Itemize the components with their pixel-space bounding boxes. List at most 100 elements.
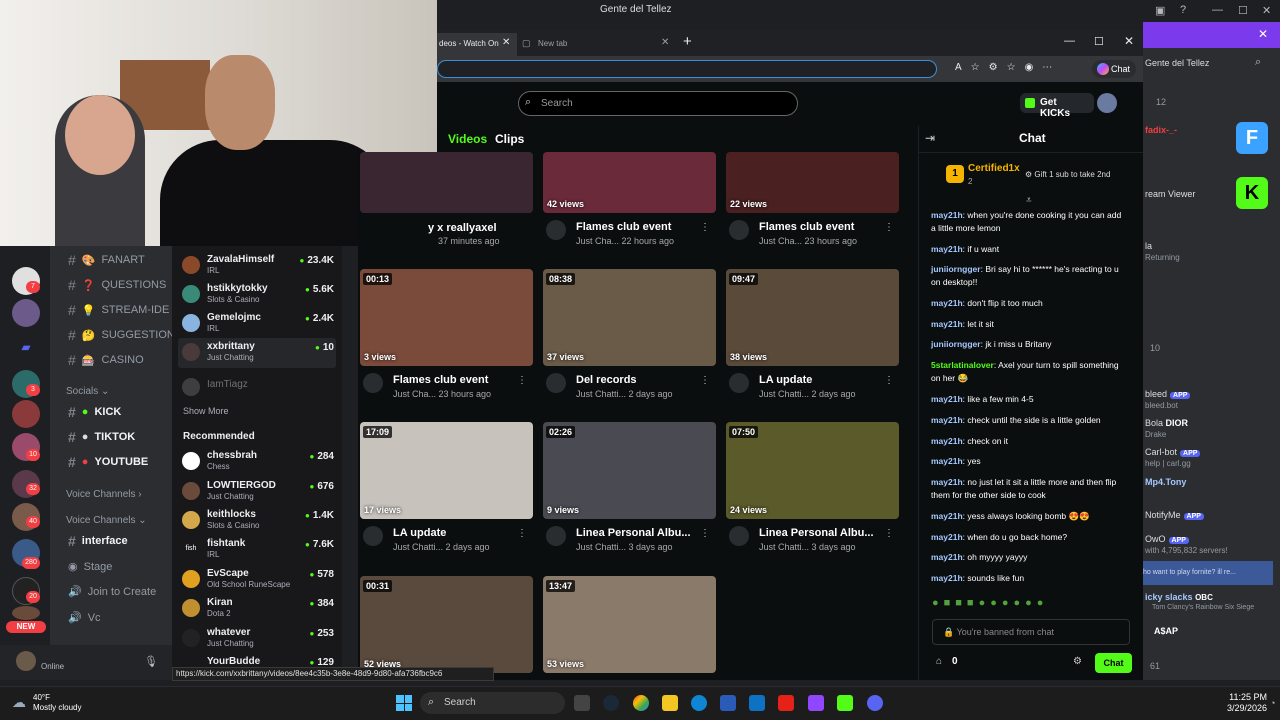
store-icon[interactable] bbox=[720, 695, 736, 711]
send-chat-button[interactable]: Chat bbox=[1095, 653, 1132, 673]
channel-row[interactable]: ZavalaHimself IRL 23.4K bbox=[182, 254, 334, 280]
more-options-icon[interactable]: ⋮ bbox=[884, 222, 894, 233]
more-options-icon[interactable]: ⋮ bbox=[884, 375, 894, 386]
edge-icon[interactable] bbox=[691, 695, 707, 711]
video-title[interactable]: Flames club event bbox=[759, 221, 854, 233]
add-tab-icon[interactable]: + bbox=[683, 33, 692, 50]
minimize-icon[interactable]: — bbox=[1064, 35, 1075, 47]
channel-youtube[interactable]: # ● YOUTUBE bbox=[68, 454, 148, 470]
maximize-icon[interactable]: ☐ bbox=[1094, 35, 1104, 48]
activity-banner[interactable]: ho want to play fornite? ill re... bbox=[1143, 561, 1273, 585]
member-name[interactable]: A$AP bbox=[1154, 626, 1178, 636]
video-title[interactable]: Flames club event bbox=[393, 374, 488, 386]
youtube-icon[interactable] bbox=[778, 695, 794, 711]
channel-questions[interactable]: # ❓ QUESTIONS bbox=[68, 277, 166, 293]
channel-stream-ideas[interactable]: # 💡 STREAM-IDE bbox=[68, 302, 169, 318]
help-icon[interactable]: ? bbox=[1180, 4, 1186, 16]
video-thumbnail[interactable]: 07:50 24 views bbox=[726, 422, 899, 519]
video-thumbnail[interactable]: 00:31 52 views bbox=[360, 576, 533, 673]
member-name[interactable]: Carl-bot APP bbox=[1145, 447, 1201, 457]
close-tab-icon[interactable]: ✕ bbox=[661, 37, 669, 48]
close-icon[interactable]: ✕ bbox=[1124, 34, 1134, 48]
channel-vc[interactable]: 🔊 Vc bbox=[68, 611, 101, 625]
clock[interactable]: 11:25 PM 3/29/2026 bbox=[1215, 692, 1267, 714]
search-input[interactable]: Search bbox=[518, 91, 798, 116]
channel-stage[interactable]: ◉ Stage bbox=[68, 560, 112, 574]
gift-sub-prompt[interactable]: ⚙ Gift 1 sub to take 2nd bbox=[1025, 170, 1110, 179]
folder-icon[interactable]: ▰ bbox=[12, 333, 40, 361]
channel-row[interactable]: Kiran Dota 2 384 bbox=[182, 597, 334, 623]
video-title[interactable]: Linea Personal Albu... bbox=[759, 527, 874, 539]
channel-fanart[interactable]: # 🎨 FANART bbox=[68, 252, 145, 268]
browser-tab[interactable]: New tab bbox=[520, 33, 675, 56]
member-name[interactable]: fadix-_- bbox=[1145, 125, 1177, 135]
more-options-icon[interactable]: ⋮ bbox=[517, 528, 527, 539]
video-title[interactable]: y x reallyaxel bbox=[428, 222, 497, 234]
member-name[interactable]: Mp4.Tony bbox=[1145, 477, 1186, 487]
channel-row[interactable]: LOWTIERGOD Just Chatting 676 bbox=[182, 480, 334, 506]
channel-row[interactable]: hstikkytokky Slots & Casino 5.6K bbox=[182, 283, 334, 309]
kick-icon[interactable] bbox=[837, 695, 853, 711]
video-thumbnail[interactable]: 02:26 9 views bbox=[543, 422, 716, 519]
collapse-chat-icon[interactable]: ⇥ bbox=[925, 131, 935, 145]
video-title[interactable]: Linea Personal Albu... bbox=[576, 527, 691, 539]
video-title[interactable]: LA update bbox=[393, 527, 446, 539]
channel-tiktok[interactable]: # ● TIKTOK bbox=[68, 429, 135, 445]
video-title[interactable]: LA update bbox=[759, 374, 812, 386]
close-tab-icon[interactable]: ✕ bbox=[502, 37, 510, 48]
category-voice[interactable]: Voice Channels ⌄ bbox=[66, 515, 147, 526]
member-name[interactable]: Bola DIOR bbox=[1145, 418, 1188, 428]
channel-row[interactable]: chessbrah Chess 284 bbox=[182, 450, 334, 476]
emote-bar[interactable]: ●■■■●●●●●● bbox=[932, 597, 1048, 609]
channel-row[interactable]: keithlocks Slots & Casino 1.4K bbox=[182, 509, 334, 535]
taskbar-search[interactable]: Search bbox=[420, 692, 565, 714]
video-title[interactable]: Del records bbox=[576, 374, 637, 386]
channel-row[interactable]: fish fishtank IRL 7.6K bbox=[182, 538, 334, 564]
inbox-icon[interactable]: ▣ bbox=[1155, 4, 1165, 17]
video-thumbnail[interactable]: 00:13 3 views bbox=[360, 269, 533, 366]
f-app-icon[interactable]: F bbox=[1236, 122, 1268, 154]
more-options-icon[interactable]: ⋮ bbox=[884, 528, 894, 539]
mic-icon[interactable]: 🎙 bbox=[144, 655, 158, 668]
channel-join-to-create[interactable]: 🔊 Join to Create bbox=[68, 585, 156, 599]
task-view-icon[interactable] bbox=[574, 695, 590, 711]
chrome-icon[interactable] bbox=[633, 695, 649, 711]
outlook-icon[interactable] bbox=[749, 695, 765, 711]
channel-row[interactable]: IamTiagz bbox=[182, 376, 334, 402]
more-options-icon[interactable]: ⋮ bbox=[517, 375, 527, 386]
video-title[interactable]: Flames club event bbox=[576, 221, 671, 233]
show-more-link[interactable]: Show More bbox=[183, 406, 229, 416]
pinned-user[interactable]: Certified1x bbox=[968, 163, 1020, 174]
pin-collapse-icon[interactable]: ⩡ bbox=[1026, 195, 1032, 206]
member-name[interactable]: NotifyMe APP bbox=[1145, 510, 1204, 520]
kick-app-icon[interactable]: K bbox=[1236, 177, 1268, 209]
close-banner-icon[interactable]: ✕ bbox=[1258, 27, 1268, 41]
gear-icon[interactable]: ⚙ bbox=[1073, 656, 1082, 667]
discord-icon[interactable] bbox=[867, 695, 883, 711]
tab-videos[interactable]: Videos bbox=[448, 132, 487, 146]
video-thumbnail[interactable]: 13:47 53 views bbox=[543, 576, 716, 673]
url-field[interactable] bbox=[437, 60, 937, 78]
app-icon[interactable] bbox=[808, 695, 824, 711]
close-icon[interactable]: ✕ bbox=[1262, 4, 1271, 17]
maximize-icon[interactable]: ☐ bbox=[1238, 4, 1248, 17]
steam-icon[interactable] bbox=[603, 695, 619, 711]
avatar[interactable] bbox=[16, 651, 36, 671]
channel-row[interactable]: EvScape Old School RuneScape 578 bbox=[182, 568, 334, 594]
channel-casino[interactable]: # 🎰 CASINO bbox=[68, 352, 144, 368]
video-thumbnail[interactable]: 22 views bbox=[726, 152, 899, 213]
member-name[interactable]: OwO APP bbox=[1145, 534, 1189, 544]
windows-start-icon[interactable] bbox=[396, 695, 412, 711]
video-thumbnail[interactable]: 17:09 17 views bbox=[360, 422, 533, 519]
server-icon[interactable] bbox=[12, 299, 40, 327]
member-name[interactable]: icky slacks OBC bbox=[1145, 592, 1213, 602]
browser-toolbar-icons[interactable]: A☆⚙☆◉⋯ bbox=[955, 62, 1061, 73]
search-icon[interactable]: ⌕ bbox=[1255, 56, 1261, 69]
video-thumbnail[interactable]: 42 views bbox=[543, 152, 716, 213]
notification-icon[interactable]: ◔ bbox=[1270, 698, 1275, 708]
category-voice[interactable]: Voice Channels › bbox=[66, 489, 142, 500]
member-name[interactable]: bleed APP bbox=[1145, 389, 1191, 399]
more-options-icon[interactable]: ⋮ bbox=[700, 375, 710, 386]
more-options-icon[interactable]: ⋮ bbox=[700, 528, 710, 539]
avatar[interactable] bbox=[1097, 93, 1117, 113]
